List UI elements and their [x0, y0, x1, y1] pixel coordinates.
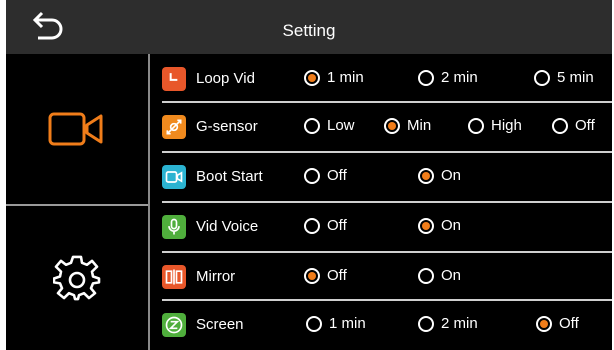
radio-option-label: On: [441, 267, 462, 284]
row-separator: [162, 299, 612, 301]
radio-option-label: Off: [327, 267, 347, 284]
radio-selected-icon: [536, 315, 552, 332]
radio-option-label: Off: [575, 117, 595, 134]
radio-option-label: Min: [407, 117, 432, 134]
row-separator: [162, 101, 612, 103]
setting-label: Mirror: [196, 268, 236, 285]
setting-row-boot-start: Boot Start Off On: [156, 152, 612, 202]
radio-option[interactable]: Low: [304, 117, 355, 134]
radio-option-label: 1 min: [329, 315, 366, 332]
radio-option[interactable]: 1 min: [306, 315, 366, 332]
row-separator: [162, 201, 612, 203]
radio-selected-icon: [304, 69, 320, 86]
sidebar-item-video[interactable]: [6, 54, 148, 204]
radio-option[interactable]: Off: [552, 117, 595, 134]
mirror-icon: [162, 265, 186, 289]
setting-label: Loop Vid: [196, 70, 255, 87]
setting-row-vid-voice: Vid Voice Off On: [156, 202, 612, 252]
radio-unselected-icon: [304, 167, 320, 184]
radio-option-label: High: [491, 117, 522, 134]
settings-list: Loop Vid 1 min 2 min 5 min G-sensor Low Min Hig…: [156, 54, 612, 350]
radio-option[interactable]: Off: [304, 267, 347, 284]
radio-option[interactable]: Off: [304, 167, 347, 184]
radio-unselected-icon: [418, 267, 434, 284]
radio-option[interactable]: On: [418, 217, 461, 234]
radio-unselected-icon: [468, 117, 484, 134]
radio-unselected-icon: [304, 217, 320, 234]
boot-start-icon: [162, 165, 186, 189]
radio-selected-icon: [418, 217, 434, 234]
setting-label: Screen: [196, 316, 244, 333]
header-bar: Setting: [6, 0, 612, 54]
radio-option-label: Off: [327, 167, 347, 184]
screen-timeout-icon: [162, 313, 186, 337]
radio-option[interactable]: 2 min: [418, 69, 478, 86]
video-camera-icon: [48, 112, 103, 146]
radio-selected-icon: [384, 117, 400, 134]
setting-label: G-sensor: [196, 118, 258, 135]
radio-option[interactable]: 5 min: [534, 69, 594, 86]
radio-option[interactable]: Off: [536, 315, 579, 332]
panel-divider: [148, 54, 150, 350]
setting-label: Vid Voice: [196, 218, 259, 235]
radio-option[interactable]: Off: [304, 217, 347, 234]
radio-option-label: 2 min: [441, 315, 478, 332]
radio-option-label: Off: [327, 217, 347, 234]
device-screen: Setting Loop Vid 1 min 2 min 5 min G-sensor L…: [6, 0, 612, 350]
radio-option[interactable]: On: [418, 267, 461, 284]
radio-selected-icon: [418, 167, 434, 184]
radio-option-label: 1 min: [327, 69, 364, 86]
g-sensor-icon: [162, 115, 186, 139]
loop-video-icon: [162, 67, 186, 91]
radio-option[interactable]: On: [418, 167, 461, 184]
back-button[interactable]: [28, 10, 68, 44]
setting-row-screen: Screen 1 min 2 min Off: [156, 300, 612, 350]
radio-option-label: Low: [327, 117, 355, 134]
radio-option[interactable]: 1 min: [304, 69, 364, 86]
radio-unselected-icon: [306, 315, 322, 332]
back-arrow-icon: [32, 11, 63, 40]
page-title: Setting: [282, 21, 336, 40]
radio-unselected-icon: [552, 117, 568, 134]
radio-option-label: 2 min: [441, 69, 478, 86]
setting-row-loop-vid: Loop Vid 1 min 2 min 5 min: [156, 54, 612, 104]
row-separator: [162, 151, 612, 153]
radio-option-label: 5 min: [557, 69, 594, 86]
gear-icon: [53, 255, 101, 301]
setting-label: Boot Start: [196, 168, 263, 185]
radio-option[interactable]: Min: [384, 117, 431, 134]
radio-option[interactable]: 2 min: [418, 315, 478, 332]
radio-unselected-icon: [418, 69, 434, 86]
radio-option-label: On: [441, 217, 462, 234]
microphone-icon: [162, 215, 186, 239]
row-separator: [162, 251, 612, 253]
radio-unselected-icon: [304, 117, 320, 134]
radio-option-label: Off: [559, 315, 579, 332]
radio-option-label: On: [441, 167, 462, 184]
sidebar: [6, 54, 148, 350]
radio-unselected-icon: [534, 69, 550, 86]
setting-row-mirror: Mirror Off On: [156, 252, 612, 302]
radio-option[interactable]: High: [468, 117, 522, 134]
radio-unselected-icon: [418, 315, 434, 332]
radio-selected-icon: [304, 267, 320, 284]
setting-row-g-sensor: G-sensor Low Min High Off: [156, 102, 612, 152]
sidebar-item-settings[interactable]: [6, 206, 148, 350]
